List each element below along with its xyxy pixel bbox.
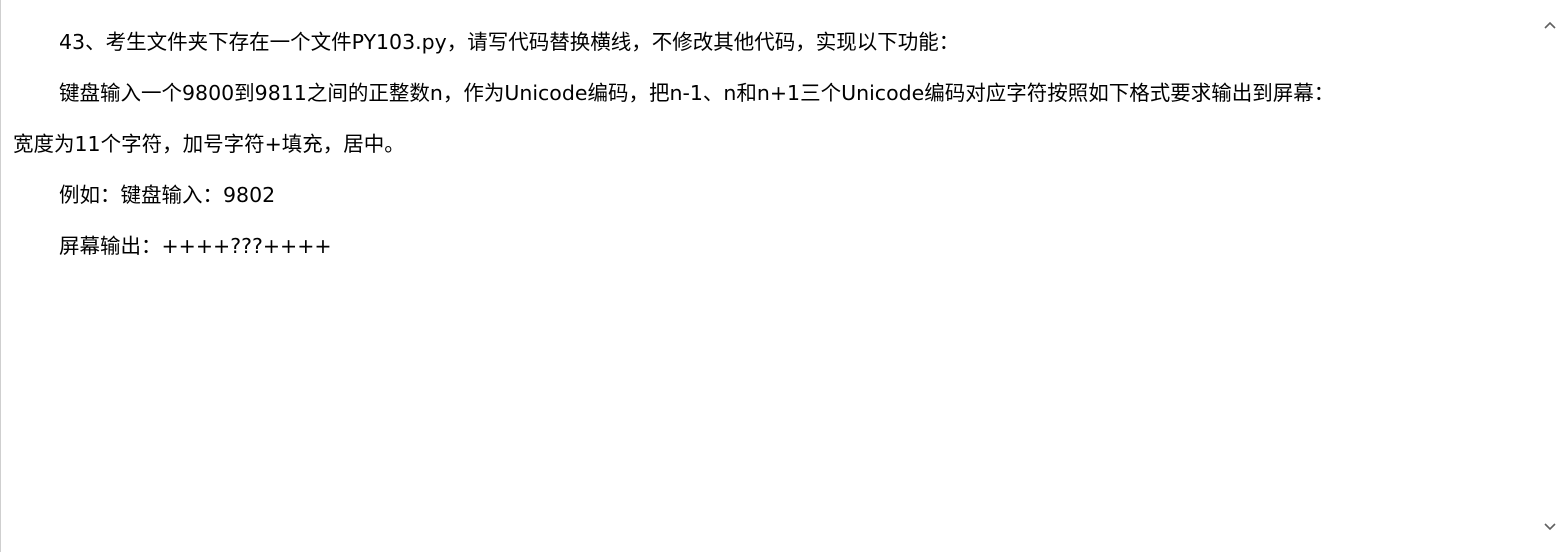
example-input: 例如：键盘输入：9802 [59, 183, 276, 207]
chevron-down-icon[interactable] [1539, 516, 1561, 538]
document-content: 43、考生文件夹下存在一个文件PY103.py，请写代码替换横线，不修改其他代码… [1, 0, 1539, 552]
chevron-up-icon[interactable] [1539, 14, 1561, 36]
question-title: 43、考生文件夹下存在一个文件PY103.py，请写代码替换横线，不修改其他代码… [59, 30, 960, 54]
question-description-line-1: 键盘输入一个9800到9811之间的正整数n，作为Unicode编码，把n-1、… [59, 81, 1335, 105]
question-description-line-2: 宽度为11个字符，加号字符+填充，居中。 [13, 132, 405, 156]
document-window: 43、考生文件夹下存在一个文件PY103.py，请写代码替换横线，不修改其他代码… [0, 0, 1561, 552]
example-output: 屏幕输出：++++???++++ [59, 234, 332, 258]
vertical-scrollbar[interactable] [1539, 0, 1561, 552]
